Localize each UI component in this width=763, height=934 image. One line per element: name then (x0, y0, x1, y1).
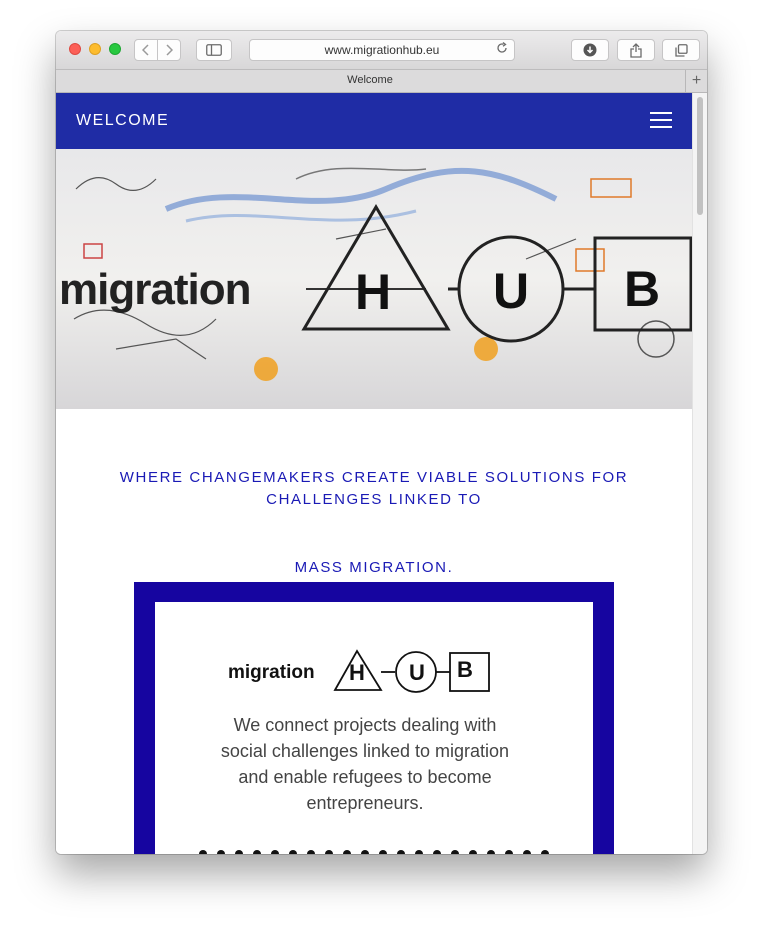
web-page: WELCOME migration H U B WHERE CHANGEMAKE… (56, 93, 692, 854)
card-logo-letter-u: U (409, 660, 425, 685)
sidebar-icon (206, 44, 222, 56)
share-icon (630, 42, 642, 58)
download-icon (583, 43, 597, 57)
close-window-button[interactable] (69, 43, 81, 55)
hero-letter-b: B (624, 261, 661, 317)
intro-card-content: migration H U B We connect projects deal… (155, 602, 593, 854)
browser-window: www.migrationhub.eu Welcome + WELCOME mi… (56, 31, 707, 854)
card-logo-letter-h: H (349, 660, 365, 685)
hamburger-menu-icon[interactable] (650, 112, 672, 129)
hero-letter-h: H (355, 264, 392, 320)
tagline-line-2: MASS MIGRATION. (294, 559, 454, 576)
site-header: WELCOME (56, 93, 692, 149)
site-title[interactable]: WELCOME (76, 112, 169, 130)
minimize-window-button[interactable] (89, 43, 101, 55)
tabs-overview-button[interactable] (662, 39, 700, 61)
scrollbar-thumb[interactable] (697, 97, 703, 215)
card-description: We connect projects dealing with social … (220, 715, 510, 813)
reload-icon (497, 41, 507, 53)
forward-button[interactable] (157, 39, 181, 61)
card-logo-word: migration (228, 662, 315, 683)
new-tab-button[interactable]: + (685, 70, 707, 92)
back-button[interactable] (134, 39, 158, 61)
hero-letter-u: U (493, 263, 530, 319)
back-icon (142, 44, 149, 56)
card-dotted-divider (199, 850, 549, 854)
hero-migration-word: migration (59, 265, 251, 314)
card-logo-letter-b: B (457, 657, 473, 682)
download-button[interactable] (571, 39, 609, 61)
sidebar-button[interactable] (196, 39, 232, 61)
hero-image: migration H U B (56, 149, 692, 409)
intro-card: migration H U B We connect projects deal… (134, 582, 614, 854)
page-scrollbar[interactable] (692, 93, 707, 854)
tagline-line-1: WHERE CHANGEMAKERS CREATE VIABLE SOLUTIO… (119, 469, 629, 508)
tab-welcome[interactable]: Welcome (56, 74, 684, 86)
address-bar[interactable]: www.migrationhub.eu (249, 39, 515, 61)
url-text: www.migrationhub.eu (324, 43, 440, 57)
share-button[interactable] (617, 39, 655, 61)
tabs-icon (674, 43, 688, 57)
tab-bar: Welcome + (56, 70, 707, 93)
browser-toolbar: www.migrationhub.eu (56, 31, 707, 70)
forward-icon (166, 44, 173, 56)
zoom-window-button[interactable] (109, 43, 121, 55)
reload-button[interactable] (496, 41, 508, 57)
